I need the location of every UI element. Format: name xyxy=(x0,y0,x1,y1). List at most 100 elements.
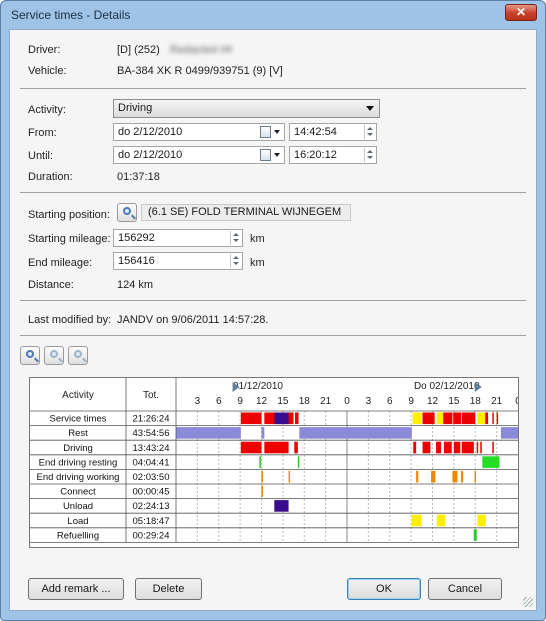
timeline-bar xyxy=(274,412,289,425)
start-mileage-input[interactable]: 156292 xyxy=(113,229,243,247)
zoom-reset-icon xyxy=(74,350,82,358)
until-date-picker[interactable]: do 2/12/2010 xyxy=(113,146,285,164)
spinner-icon[interactable] xyxy=(230,231,241,245)
add-remark-button[interactable]: Add remark ... xyxy=(28,578,124,600)
spinner-icon[interactable] xyxy=(364,148,375,162)
timeline-bar xyxy=(297,456,300,468)
timeline-bar xyxy=(474,470,477,483)
calendar-icon[interactable] xyxy=(260,126,282,139)
timeline-bar xyxy=(492,441,494,454)
timeline-bar xyxy=(436,441,442,454)
timeline-bar xyxy=(422,441,431,454)
hour-tick-label: 12 xyxy=(427,396,439,407)
zoom-in-icon xyxy=(26,350,34,358)
from-time-value: 14:42:54 xyxy=(294,126,337,138)
timeline-bar xyxy=(500,427,518,439)
ok-button[interactable]: OK xyxy=(347,578,421,600)
timeline-bar xyxy=(176,427,241,439)
timeline-bar xyxy=(274,500,289,512)
from-label: From: xyxy=(28,127,57,139)
driver-label: Driver: xyxy=(28,44,61,56)
timeline-bar xyxy=(453,412,461,425)
timeline-bar xyxy=(264,441,289,454)
title-bar: Service times - Details ✕ xyxy=(1,1,545,27)
zoom-reset-button[interactable] xyxy=(68,346,88,365)
separator xyxy=(20,88,526,89)
timeline-bar xyxy=(443,441,452,454)
timeline-bar xyxy=(477,514,486,527)
chevron-down-icon xyxy=(366,106,374,111)
cancel-button[interactable]: Cancel xyxy=(428,578,502,600)
timeline-bar xyxy=(436,514,446,527)
until-time-input[interactable]: 16:20:12 xyxy=(289,146,377,164)
row-activity-label: End driving working xyxy=(37,472,120,483)
timeline-bar xyxy=(261,485,263,498)
timeline-bar xyxy=(294,441,298,454)
hour-tick-label: 3 xyxy=(366,396,372,407)
spinner-icon[interactable] xyxy=(230,254,241,268)
from-date-picker[interactable]: do 2/12/2010 xyxy=(113,123,285,141)
column-header-activity: Activity xyxy=(62,390,94,401)
hour-tick-label: 9 xyxy=(237,396,243,407)
timeline-bar xyxy=(461,412,476,425)
zoom-out-button[interactable] xyxy=(44,346,64,365)
timeline-bar xyxy=(452,470,458,483)
timeline-bar xyxy=(422,412,435,425)
start-position-value: (6.1 SE) FOLD TERMINAL WIJNEGEM xyxy=(148,206,342,218)
hour-tick-label: 12 xyxy=(256,396,268,407)
timeline-bar xyxy=(461,470,464,483)
row-activity-label: Driving xyxy=(63,443,93,454)
resize-grip[interactable] xyxy=(523,597,533,607)
delete-button[interactable]: Delete xyxy=(135,578,202,600)
timeline-bar xyxy=(477,412,486,425)
hour-tick-label: 15 xyxy=(277,396,289,407)
hour-tick-label: 6 xyxy=(216,396,222,407)
from-time-input[interactable]: 14:42:54 xyxy=(289,123,377,141)
activity-select[interactable]: Driving xyxy=(113,99,380,118)
timeline-bar xyxy=(299,427,412,439)
end-mileage-input[interactable]: 156416 xyxy=(113,252,243,270)
timeline-bar xyxy=(492,412,494,425)
distance-value: 124 km xyxy=(117,279,154,291)
timeline-bar xyxy=(443,412,453,425)
hour-tick-label: 0 xyxy=(344,396,350,407)
row-total-label: 02:03:50 xyxy=(133,472,170,483)
calendar-icon[interactable] xyxy=(260,149,282,162)
row-activity-label: End driving resting xyxy=(39,457,118,468)
row-total-label: 05:18:47 xyxy=(133,516,170,527)
spinner-icon[interactable] xyxy=(364,125,375,139)
until-time-value: 16:20:12 xyxy=(294,149,337,161)
activity-timeline-chart: Activity Tot. 01/12/2010 Do 02/12/2010 3 6 9 12… xyxy=(29,377,519,548)
from-date-value: do 2/12/2010 xyxy=(118,126,183,138)
vehicle-label: Vehicle: xyxy=(28,65,67,77)
timeline-bar xyxy=(261,427,265,439)
timeline-bar xyxy=(485,412,489,425)
until-label: Until: xyxy=(28,150,54,162)
column-header-total: Tot. xyxy=(143,390,159,401)
timeline-bar xyxy=(413,441,417,454)
locate-button[interactable] xyxy=(117,203,137,222)
hour-tick-label: 6 xyxy=(387,396,393,407)
row-activity-label: Service times xyxy=(49,414,106,425)
duration-label: Duration: xyxy=(28,171,73,183)
row-activity-label: Load xyxy=(67,516,88,527)
timeline-bar xyxy=(261,470,263,483)
start-position-field: (6.1 SE) FOLD TERMINAL WIJNEGEM xyxy=(141,204,351,221)
until-date-value: do 2/12/2010 xyxy=(118,149,183,161)
driver-value: [D] (252) xyxy=(117,44,160,56)
timeline-bar xyxy=(288,470,291,483)
hour-tick-label: 9 xyxy=(408,396,414,407)
km-unit: km xyxy=(250,233,265,245)
close-icon[interactable]: ✕ xyxy=(505,4,537,21)
row-total-label: 04:04:41 xyxy=(133,457,170,468)
day-label: Do 02/12/2010 xyxy=(414,381,480,392)
timeline-bar xyxy=(416,470,419,483)
duration-value: 01:37:18 xyxy=(117,171,160,183)
row-total-label: 21:26:24 xyxy=(133,414,170,425)
vehicle-value: BA-384 XK R 0499/939751 (9) [V] xyxy=(117,65,283,77)
day-label: 01/12/2010 xyxy=(233,381,283,392)
zoom-in-button[interactable] xyxy=(20,346,40,365)
timeline-bar xyxy=(461,441,474,454)
row-activity-label: Rest xyxy=(68,428,88,439)
timeline-bar xyxy=(294,412,299,425)
